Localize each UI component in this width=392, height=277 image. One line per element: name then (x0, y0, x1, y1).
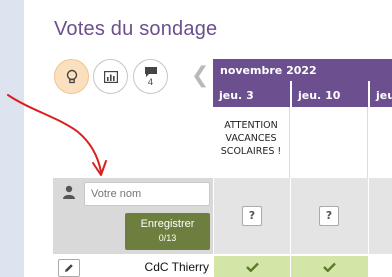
new-vote-cell[interactable] (368, 178, 392, 254)
comment-icon (144, 66, 157, 77)
bar-chart-icon (103, 70, 118, 83)
vote-choice-toggle[interactable]: ? (319, 206, 339, 226)
comment-count: 4 (147, 77, 154, 88)
save-button[interactable]: Enregistrer 0/13 (125, 213, 210, 250)
page-title: Votes du sondage (54, 18, 218, 40)
vote-cell-yes (290, 256, 368, 277)
lightbulb-icon (66, 69, 77, 83)
day-comment: ATTENTION VACANCES SCOLAIRES ! (213, 107, 290, 178)
lightbulb-button[interactable] (54, 59, 89, 94)
vote-cell-yes (213, 256, 290, 277)
vote-choice-toggle[interactable]: ? (242, 206, 262, 226)
pencil-icon (65, 264, 73, 272)
chevron-left-icon[interactable]: ❮ (191, 63, 209, 88)
month-header: novembre 2022 (213, 59, 392, 81)
comments-button[interactable]: 4 (133, 59, 168, 94)
statistics-button[interactable] (93, 59, 128, 94)
user-icon (63, 185, 75, 199)
day-header: jeu (368, 81, 392, 107)
voter-name: CdC Thierry (144, 260, 209, 274)
day-header: jeu. 10 (290, 81, 368, 107)
day-comment (290, 107, 368, 178)
save-button-label: Enregistrer (140, 218, 195, 230)
edit-vote-button[interactable] (58, 259, 80, 277)
checkmark-icon (245, 262, 259, 272)
vote-cell-empty (368, 256, 392, 277)
checkmark-icon (323, 262, 336, 272)
save-button-count: 0/13 (158, 233, 177, 243)
name-input[interactable] (84, 182, 210, 206)
day-header: jeu. 3 (213, 81, 290, 107)
day-comment (368, 107, 392, 178)
